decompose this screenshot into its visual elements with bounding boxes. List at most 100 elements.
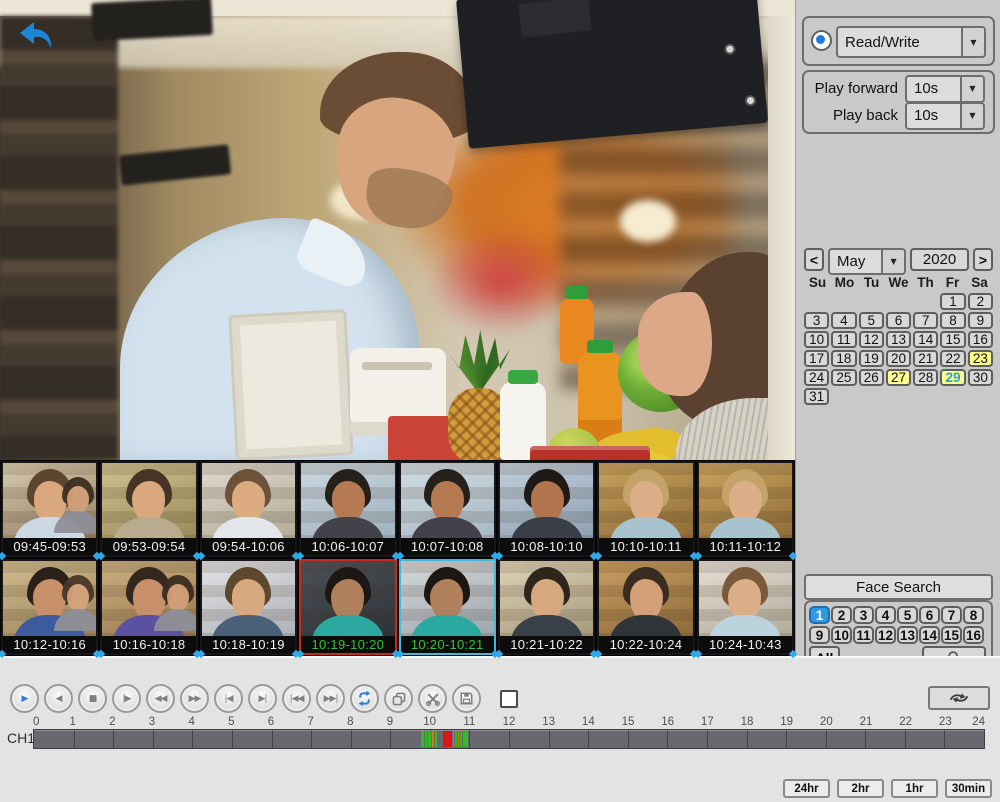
calendar-day-9[interactable]: 9: [968, 312, 993, 329]
range-button-24hr[interactable]: 24hr: [783, 779, 830, 798]
calendar-day-21[interactable]: 21: [913, 350, 938, 367]
calendar-day-11[interactable]: 11: [831, 331, 856, 348]
face-thumbnail-9[interactable]: 10:12-10:16: [1, 559, 98, 655]
copy-button[interactable]: [384, 684, 413, 713]
calendar-year-box[interactable]: 2020: [910, 248, 969, 271]
record-mode-select[interactable]: Read/Write ▼: [836, 26, 986, 58]
calendar-day-10[interactable]: 10: [804, 331, 829, 348]
calendar-day-7[interactable]: 7: [913, 312, 938, 329]
calendar-day-22[interactable]: 22: [940, 350, 965, 367]
face-thumbnail-13[interactable]: 10:20-10:21: [399, 559, 496, 655]
play-back-select[interactable]: 10s ▼: [905, 102, 985, 130]
face-thumbnail-8[interactable]: 10:11-10:12: [697, 461, 794, 557]
calendar-day-16[interactable]: 16: [968, 331, 993, 348]
select-checkbox[interactable]: [500, 690, 518, 708]
calendar-day-1[interactable]: 1: [940, 293, 965, 310]
range-button-30min[interactable]: 30min: [945, 779, 992, 798]
face-thumbnail-4[interactable]: 10:06-10:07: [299, 461, 396, 557]
face-thumbnail-2[interactable]: 09:53-09:54: [100, 461, 197, 557]
prev-frame-button[interactable]: |◀: [214, 684, 243, 713]
step-forward-button[interactable]: |▶: [112, 684, 141, 713]
range-button-1hr[interactable]: 1hr: [891, 779, 938, 798]
channel-button-16[interactable]: 16: [963, 626, 984, 644]
calendar-day-3[interactable]: 3: [804, 312, 829, 329]
calendar-day-27[interactable]: 27: [886, 369, 911, 386]
channel-button-12[interactable]: 12: [875, 626, 896, 644]
channel-button-4[interactable]: 4: [875, 606, 896, 624]
calendar-day-17[interactable]: 17: [804, 350, 829, 367]
calendar-day-29[interactable]: 29: [940, 369, 965, 386]
calendar-day-2[interactable]: 2: [968, 293, 993, 310]
back-arrow-button[interactable]: [16, 20, 56, 54]
calendar-day-4[interactable]: 4: [831, 312, 856, 329]
thumbnail-timestamp: 09:53-09:54: [102, 538, 195, 555]
calendar-next-button[interactable]: >: [973, 248, 993, 271]
calendar-day-24[interactable]: 24: [804, 369, 829, 386]
calendar-day-15[interactable]: 15: [940, 331, 965, 348]
channel-button-1[interactable]: 1: [809, 606, 830, 624]
channel-button-9[interactable]: 9: [809, 626, 830, 644]
prev-file-button[interactable]: |◀◀: [282, 684, 311, 713]
channel-button-15[interactable]: 15: [941, 626, 962, 644]
calendar-day-31[interactable]: 31: [804, 388, 829, 405]
range-button-2hr[interactable]: 2hr: [837, 779, 884, 798]
face-thumbnail-11[interactable]: 10:18-10:19: [200, 559, 297, 655]
face-thumbnail-16[interactable]: 10:24-10:43: [697, 559, 794, 655]
chevron-down-icon[interactable]: ▼: [961, 28, 984, 56]
cut-button[interactable]: [418, 684, 447, 713]
play-forward-select[interactable]: 10s ▼: [905, 75, 985, 103]
calendar-day-19[interactable]: 19: [859, 350, 884, 367]
calendar-day-6[interactable]: 6: [886, 312, 911, 329]
channel-button-10[interactable]: 10: [831, 626, 852, 644]
calendar-day-5[interactable]: 5: [859, 312, 884, 329]
calendar-day-18[interactable]: 18: [831, 350, 856, 367]
calendar-day-28[interactable]: 28: [913, 369, 938, 386]
face-thumbnail-10[interactable]: 10:16-10:18: [100, 559, 197, 655]
record-mode-radio[interactable]: [811, 30, 832, 51]
face-thumbnail-12[interactable]: 10:19-10:20: [299, 559, 396, 655]
channel-button-7[interactable]: 7: [941, 606, 962, 624]
chevron-down-icon[interactable]: ▼: [960, 104, 983, 128]
save-button[interactable]: [452, 684, 481, 713]
next-file-button[interactable]: ▶▶|: [316, 684, 345, 713]
calendar-day-23[interactable]: 23: [968, 350, 993, 367]
play-button[interactable]: ▶: [10, 684, 39, 713]
calendar-day-26[interactable]: 26: [859, 369, 884, 386]
video-feed[interactable]: [0, 0, 795, 460]
channel-button-3[interactable]: 3: [853, 606, 874, 624]
channel-button-2[interactable]: 2: [831, 606, 852, 624]
fast-forward-button[interactable]: ▶▶: [180, 684, 209, 713]
face-thumbnail-6[interactable]: 10:08-10:10: [498, 461, 595, 557]
channel-button-14[interactable]: 14: [919, 626, 940, 644]
calendar-day-30[interactable]: 30: [968, 369, 993, 386]
fast-rewind-button[interactable]: ◀◀: [146, 684, 175, 713]
calendar-day-20[interactable]: 20: [886, 350, 911, 367]
calendar-month-select[interactable]: May ▼: [828, 248, 906, 275]
face-thumbnail-1[interactable]: 09:45-09:53: [1, 461, 98, 557]
face-thumbnail-5[interactable]: 10:07-10:08: [399, 461, 496, 557]
calendar-day-25[interactable]: 25: [831, 369, 856, 386]
calendar-day-14[interactable]: 14: [913, 331, 938, 348]
face-thumbnail-15[interactable]: 10:22-10:24: [597, 559, 694, 655]
channel-button-6[interactable]: 6: [919, 606, 940, 624]
play-reverse-button[interactable]: ◀: [44, 684, 73, 713]
chevron-down-icon[interactable]: ▼: [881, 250, 904, 273]
calendar-day-8[interactable]: 8: [940, 312, 965, 329]
channel-button-8[interactable]: 8: [963, 606, 984, 624]
calendar-day-13[interactable]: 13: [886, 331, 911, 348]
face-thumbnail-3[interactable]: 09:54-10:06: [200, 461, 297, 557]
bottom-bar: ▶◀■|▶◀◀▶▶|◀▶||◀◀▶▶| CH1 0123456789101112…: [0, 656, 1000, 802]
chevron-down-icon[interactable]: ▼: [960, 77, 983, 101]
channel-button-13[interactable]: 13: [897, 626, 918, 644]
channel-button-11[interactable]: 11: [853, 626, 874, 644]
channel-button-5[interactable]: 5: [897, 606, 918, 624]
calendar-day-12[interactable]: 12: [859, 331, 884, 348]
next-frame-button[interactable]: ▶|: [248, 684, 277, 713]
sync-button[interactable]: [928, 686, 990, 710]
timeline-bar[interactable]: [33, 729, 985, 749]
stop-button[interactable]: ■: [78, 684, 107, 713]
face-thumbnail-7[interactable]: 10:10-10:11: [597, 461, 694, 557]
loop-button[interactable]: [350, 684, 379, 713]
face-thumbnail-14[interactable]: 10:21-10:22: [498, 559, 595, 655]
calendar-prev-button[interactable]: <: [804, 248, 824, 271]
